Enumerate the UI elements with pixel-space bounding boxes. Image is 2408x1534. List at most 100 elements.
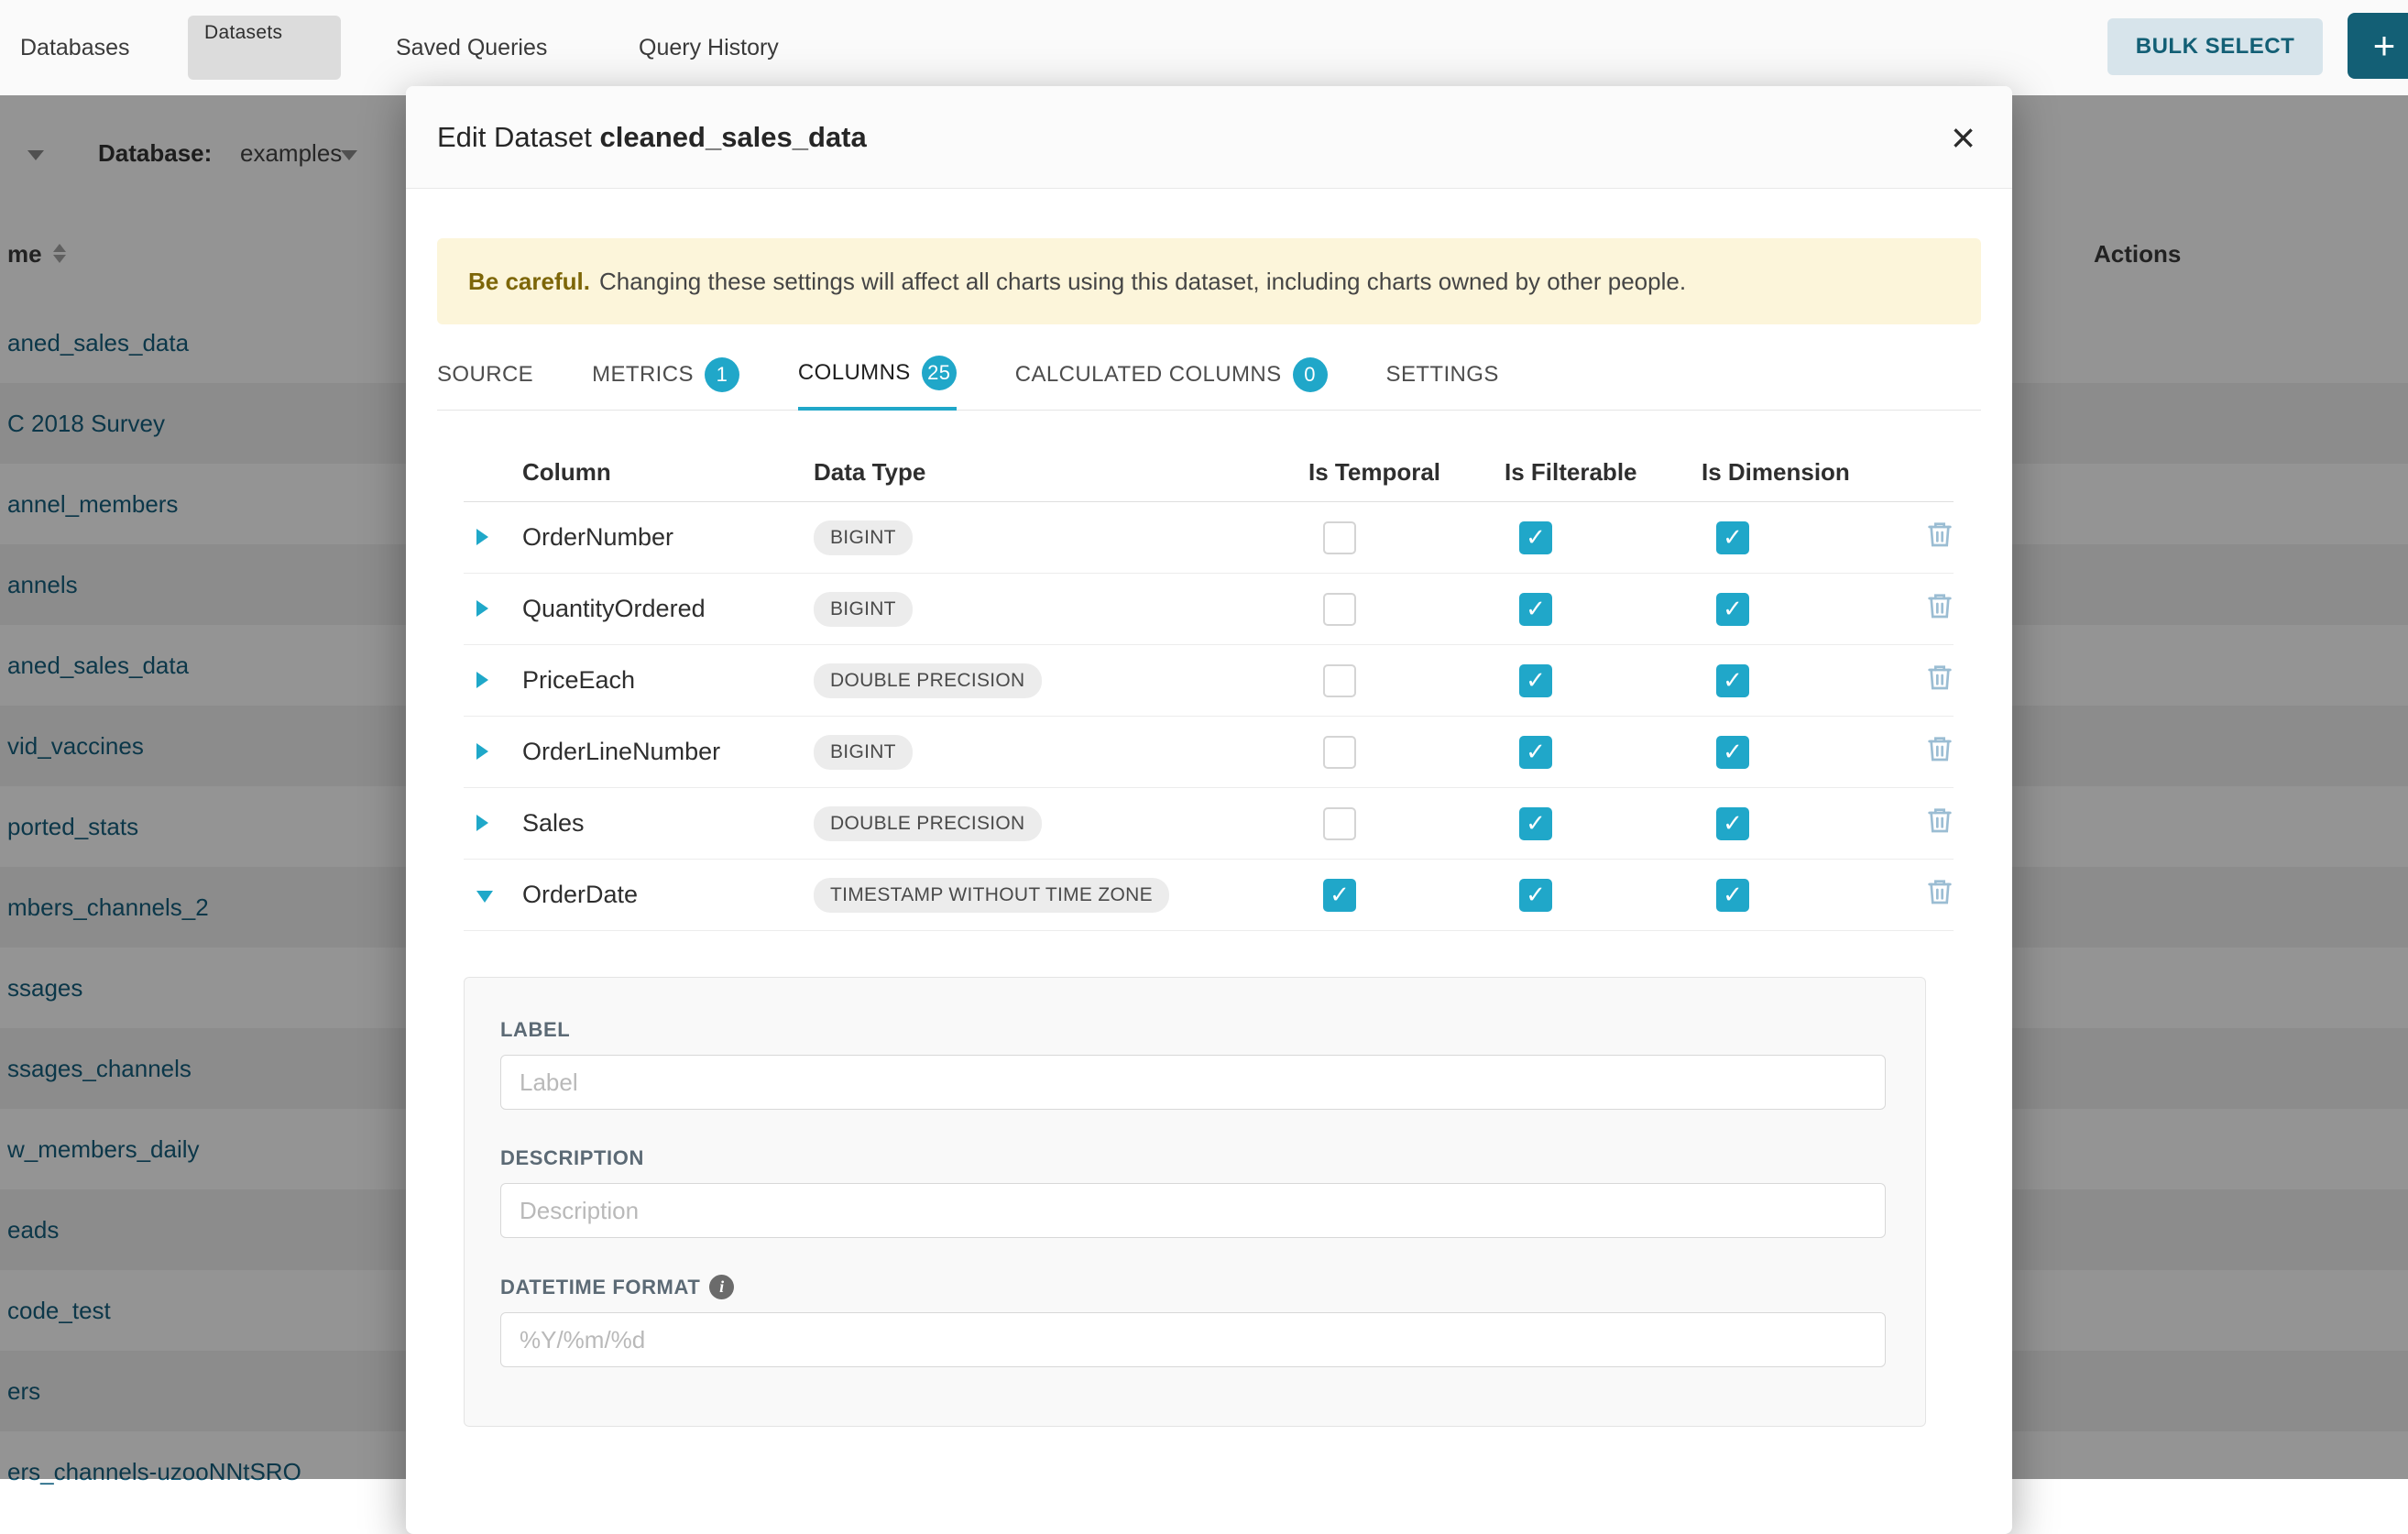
table-row: OrderLineNumber BIGINT ✓ ✓ <box>464 717 1954 788</box>
warning-banner: Be careful. Changing these settings will… <box>437 238 1981 324</box>
top-navigation: Databases Datasets Saved Queries Query H… <box>0 0 2408 95</box>
delete-column-icon[interactable] <box>1925 805 1954 836</box>
column-name: OrderDate <box>522 881 814 909</box>
tab-columns[interactable]: COLUMNS 25 <box>798 356 957 411</box>
modal-title-prefix: Edit Dataset <box>437 121 592 153</box>
is-dimension-checkbox[interactable]: ✓ <box>1716 736 1749 769</box>
tab-label: COLUMNS <box>798 360 911 386</box>
expand-toggle[interactable] <box>464 738 522 766</box>
is-dimension-checkbox[interactable]: ✓ <box>1716 521 1749 554</box>
caret-icon <box>476 600 488 617</box>
columns-table-header: Column Data Type Is Temporal Is Filterab… <box>464 444 1954 502</box>
column-name: OrderNumber <box>522 523 814 552</box>
tab-calculated-columns[interactable]: CALCULATED COLUMNS 0 <box>1015 356 1328 410</box>
is-filterable-checkbox[interactable]: ✓ <box>1519 521 1552 554</box>
header-data-type: Data Type <box>814 458 1308 487</box>
is-temporal-checkbox[interactable] <box>1323 521 1356 554</box>
caret-icon <box>476 815 488 831</box>
tab-label: CALCULATED COLUMNS <box>1015 362 1282 388</box>
tab-metrics[interactable]: METRICS 1 <box>592 356 739 410</box>
modal-title: Edit Dataset cleaned_sales_data <box>437 121 867 154</box>
description-field-label: DESCRIPTION <box>500 1146 1925 1170</box>
warning-text: Changing these settings will affect all … <box>599 268 1686 296</box>
modal-title-dataset-name: cleaned_sales_data <box>600 121 867 153</box>
data-type-pill: DOUBLE PRECISION <box>814 663 1042 698</box>
tab-count-badge: 0 <box>1293 357 1328 392</box>
info-icon[interactable]: i <box>709 1275 734 1299</box>
expand-toggle[interactable] <box>464 666 522 695</box>
modal-body: Be careful. Changing these settings will… <box>406 238 2012 1427</box>
column-name: OrderLineNumber <box>522 738 814 766</box>
header-column: Column <box>522 458 814 487</box>
nav-item-saved-queries[interactable]: Saved Queries <box>396 0 547 95</box>
modal-tabs: SOURCE METRICS 1 COLUMNS 25 CALCULATED C… <box>437 356 1981 411</box>
data-type-pill: BIGINT <box>814 592 913 627</box>
columns-table: Column Data Type Is Temporal Is Filterab… <box>464 444 1954 931</box>
tab-label: METRICS <box>592 362 694 388</box>
tab-count-badge: 25 <box>922 356 957 390</box>
expand-toggle[interactable] <box>464 523 522 552</box>
is-temporal-checkbox[interactable] <box>1323 593 1356 626</box>
is-dimension-checkbox[interactable]: ✓ <box>1716 879 1749 912</box>
header-is-dimension: Is Dimension <box>1702 458 1921 487</box>
add-dataset-button[interactable]: + <box>2348 13 2408 79</box>
is-dimension-checkbox[interactable]: ✓ <box>1716 807 1749 840</box>
expand-toggle[interactable] <box>464 881 522 909</box>
nav-item-databases[interactable]: Databases <box>20 0 130 95</box>
modal-header: Edit Dataset cleaned_sales_data × <box>406 86 2012 189</box>
label-field-label: LABEL <box>500 1018 1925 1042</box>
label-input[interactable] <box>500 1055 1886 1110</box>
warning-bold-text: Be careful. <box>468 268 590 296</box>
label-field-group: LABEL <box>500 1018 1925 1110</box>
data-type-pill: TIMESTAMP WITHOUT TIME ZONE <box>814 878 1169 913</box>
delete-column-icon[interactable] <box>1925 733 1954 764</box>
header-is-temporal: Is Temporal <box>1308 458 1505 487</box>
datetime-format-field-group: DATETIME FORMAT i <box>500 1275 1925 1367</box>
is-filterable-checkbox[interactable]: ✓ <box>1519 879 1552 912</box>
is-temporal-checkbox[interactable] <box>1323 736 1356 769</box>
is-filterable-checkbox[interactable]: ✓ <box>1519 664 1552 697</box>
is-filterable-checkbox[interactable]: ✓ <box>1519 593 1552 626</box>
tab-settings[interactable]: SETTINGS <box>1386 356 1499 410</box>
delete-column-icon[interactable] <box>1925 662 1954 693</box>
description-field-group: DESCRIPTION <box>500 1146 1925 1238</box>
caret-icon <box>476 891 493 903</box>
column-name: QuantityOrdered <box>522 595 814 623</box>
column-name: PriceEach <box>522 666 814 695</box>
edit-dataset-modal: Edit Dataset cleaned_sales_data × Be car… <box>406 86 2012 1534</box>
description-input[interactable] <box>500 1183 1886 1238</box>
caret-icon <box>476 672 488 688</box>
delete-column-icon[interactable] <box>1925 876 1954 907</box>
bulk-select-button[interactable]: BULK SELECT <box>2107 18 2323 75</box>
column-detail-panel: LABEL DESCRIPTION DATETIME FORMAT i <box>464 977 1926 1427</box>
is-temporal-checkbox[interactable] <box>1323 664 1356 697</box>
tab-source[interactable]: SOURCE <box>437 356 533 410</box>
tab-count-badge: 1 <box>705 357 739 392</box>
expand-toggle[interactable] <box>464 595 522 623</box>
caret-icon <box>476 743 488 760</box>
table-row: QuantityOrdered BIGINT ✓ ✓ <box>464 574 1954 645</box>
tab-label: SOURCE <box>437 362 533 388</box>
column-name: Sales <box>522 809 814 838</box>
expand-toggle[interactable] <box>464 809 522 838</box>
header-is-filterable: Is Filterable <box>1505 458 1702 487</box>
is-filterable-checkbox[interactable]: ✓ <box>1519 736 1552 769</box>
tab-label: SETTINGS <box>1386 362 1499 388</box>
is-dimension-checkbox[interactable]: ✓ <box>1716 664 1749 697</box>
delete-column-icon[interactable] <box>1925 519 1954 550</box>
delete-column-icon[interactable] <box>1925 590 1954 621</box>
columns-table-body: OrderNumber BIGINT ✓ ✓ QuantityOrdered B… <box>464 502 1954 931</box>
is-temporal-checkbox[interactable] <box>1323 807 1356 840</box>
nav-item-query-history[interactable]: Query History <box>639 0 779 95</box>
table-row: Sales DOUBLE PRECISION ✓ ✓ <box>464 788 1954 860</box>
data-type-pill: BIGINT <box>814 520 913 555</box>
datetime-format-label-text: DATETIME FORMAT <box>500 1276 700 1299</box>
close-icon[interactable]: × <box>1951 116 1976 159</box>
is-temporal-checkbox[interactable]: ✓ <box>1323 879 1356 912</box>
table-row: OrderDate TIMESTAMP WITHOUT TIME ZONE ✓ … <box>464 860 1954 931</box>
table-row: OrderNumber BIGINT ✓ ✓ <box>464 502 1954 574</box>
nav-item-datasets[interactable]: Datasets <box>188 16 341 80</box>
is-dimension-checkbox[interactable]: ✓ <box>1716 593 1749 626</box>
is-filterable-checkbox[interactable]: ✓ <box>1519 807 1552 840</box>
datetime-format-input[interactable] <box>500 1312 1886 1367</box>
